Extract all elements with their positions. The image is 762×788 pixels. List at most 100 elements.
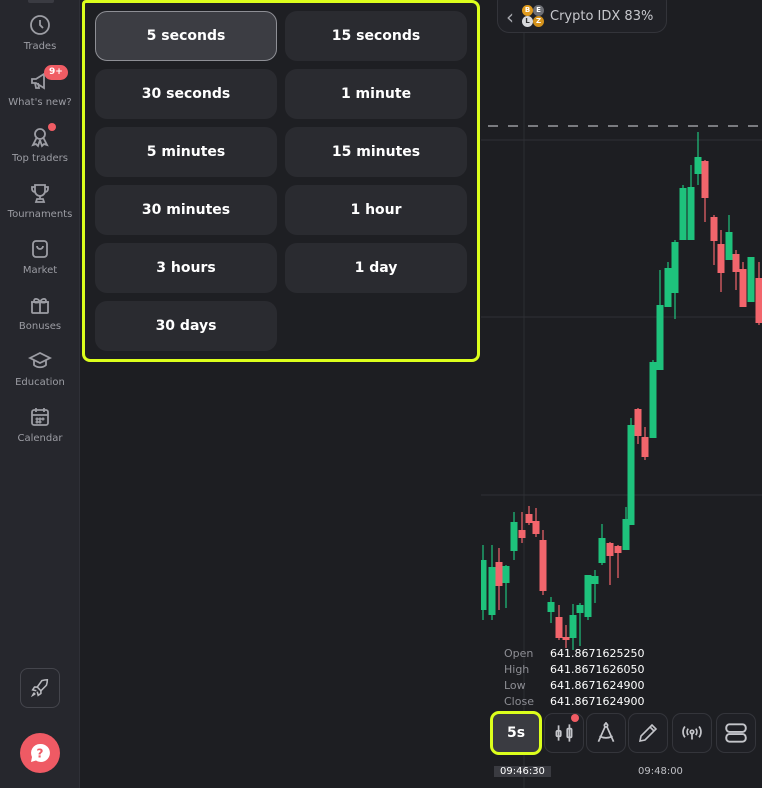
- asset-name: Crypto IDX 83%: [550, 9, 654, 24]
- candle-body: [725, 232, 733, 260]
- candle-body: [679, 188, 687, 240]
- sidebar-item-label: Calendar: [17, 433, 63, 444]
- sidebar-item-label: What's new?: [8, 97, 72, 108]
- high-label: High: [504, 663, 530, 676]
- sidebar-item-top-traders[interactable]: Top traders: [0, 123, 80, 177]
- candle-body: [510, 522, 518, 551]
- trophy-icon: [31, 184, 49, 203]
- candle-body: [584, 575, 592, 617]
- sidebar-item-label: Tournaments: [7, 209, 73, 220]
- candle-body: [488, 567, 496, 615]
- gift-icon: [31, 297, 49, 314]
- candle-body: [634, 409, 642, 436]
- current-time-label: 09:46:30: [494, 766, 551, 777]
- app-root: Trades What's new? 9+ Top traders Tourna…: [0, 0, 762, 788]
- calendar-icon: [31, 408, 49, 426]
- low-label: Low: [504, 679, 526, 692]
- period-option-5-minutes[interactable]: 5 minutes: [95, 127, 277, 177]
- candle-body: [518, 530, 526, 538]
- ohlc-readout: Open 641.8671625250 High 641.8671626050 Lo…: [504, 646, 644, 710]
- period-option-3-hours[interactable]: 3 hours: [95, 243, 277, 293]
- sidebar-item-whats-new[interactable]: What's new? 9+: [0, 65, 80, 121]
- candle-body: [562, 637, 570, 640]
- low-value: 641.8671624900: [550, 679, 645, 692]
- period-option-5-seconds[interactable]: 5 seconds: [95, 11, 277, 61]
- compass-drawing-icon: [597, 722, 615, 743]
- shopping-bag-icon: [32, 240, 48, 258]
- candle-body: [701, 161, 709, 198]
- candle-body: [591, 576, 599, 584]
- sidebar-item-calendar[interactable]: Calendar: [0, 405, 80, 457]
- sidebar-item-label: Education: [15, 377, 65, 388]
- drawing-tools-button[interactable]: [586, 713, 626, 753]
- candle-body: [481, 560, 487, 610]
- sidebar: Trades What's new? 9+ Top traders Tourna…: [0, 0, 80, 788]
- sidebar-item-bonuses[interactable]: Bonuses: [0, 293, 80, 345]
- chevron-left-icon: ‹: [506, 4, 514, 29]
- signals-icon: [682, 725, 702, 740]
- pencil-icon: [638, 723, 658, 743]
- candle-body: [532, 521, 540, 534]
- sidebar-item-label: Bonuses: [18, 321, 62, 332]
- candle-body: [576, 605, 584, 613]
- candle-body: [525, 514, 533, 523]
- asset-selector[interactable]: ‹ B E L Z Crypto IDX 83%: [497, 0, 667, 33]
- sidebar-top-indicator: [28, 0, 54, 3]
- period-selector-popup: 5 seconds 15 seconds 30 seconds 1 minute 5 m…: [82, 0, 480, 362]
- period-option-15-seconds[interactable]: 15 seconds: [285, 11, 467, 61]
- candle-body: [539, 540, 547, 591]
- notification-dot: [571, 714, 579, 722]
- help-chat-icon: ?: [31, 743, 50, 762]
- svg-text:?: ?: [37, 747, 44, 761]
- candle-body: [606, 543, 614, 556]
- clock-icon: [30, 15, 50, 35]
- period-option-30-days[interactable]: 30 days: [95, 301, 277, 351]
- period-option-15-minutes[interactable]: 15 minutes: [285, 127, 467, 177]
- candle-body: [656, 305, 664, 370]
- litecoin-icon: L: [522, 15, 533, 27]
- crypto-coins-icon: B E L Z: [520, 4, 544, 29]
- zcash-icon: Z: [533, 15, 544, 27]
- close-label: Close: [504, 695, 534, 708]
- period-option-30-minutes[interactable]: 30 minutes: [95, 185, 277, 235]
- candle-body: [747, 257, 755, 302]
- sidebar-item-tournaments[interactable]: Tournaments: [0, 181, 80, 233]
- sidebar-item-trades[interactable]: Trades: [0, 13, 80, 65]
- candle-body: [502, 566, 510, 583]
- candle-body: [694, 157, 702, 174]
- open-value: 641.8671625250: [550, 647, 645, 660]
- ethereum-icon: E: [533, 4, 544, 16]
- period-option-30-seconds[interactable]: 30 seconds: [95, 69, 277, 119]
- notification-dot: [48, 123, 56, 131]
- candle-body: [687, 187, 695, 240]
- time-axis-label: 09:48:00: [638, 766, 683, 777]
- candle-body: [627, 425, 635, 525]
- rocket-button[interactable]: [20, 668, 60, 708]
- help-button[interactable]: ?: [20, 733, 60, 773]
- sidebar-item-label: Trades: [23, 41, 57, 52]
- high-value: 641.8671626050: [550, 663, 645, 676]
- sidebar-item-education[interactable]: Education: [0, 349, 80, 401]
- period-option-1-minute[interactable]: 1 minute: [285, 69, 467, 119]
- candle-body: [641, 437, 649, 457]
- candle-body: [547, 602, 555, 612]
- candle-body: [710, 217, 718, 241]
- signals-button[interactable]: [672, 713, 712, 753]
- candle-body: [614, 546, 622, 553]
- candle-body: [649, 362, 657, 438]
- pencil-button[interactable]: [628, 713, 668, 753]
- candle-body: [755, 278, 762, 323]
- period-option-1-day[interactable]: 1 day: [285, 243, 467, 293]
- open-label: Open: [504, 647, 534, 660]
- timeframe-button[interactable]: 5s: [490, 711, 542, 755]
- candle-body: [569, 615, 577, 638]
- candle-body: [671, 242, 679, 293]
- close-value: 641.8671624900: [550, 695, 645, 708]
- period-option-1-hour[interactable]: 1 hour: [285, 185, 467, 235]
- candle-body: [495, 562, 503, 586]
- graduation-cap-icon: [28, 351, 52, 369]
- layout-button[interactable]: [716, 713, 756, 753]
- sidebar-item-label: Market: [22, 265, 58, 276]
- candle-body: [555, 617, 563, 638]
- sidebar-item-market[interactable]: Market: [0, 237, 80, 289]
